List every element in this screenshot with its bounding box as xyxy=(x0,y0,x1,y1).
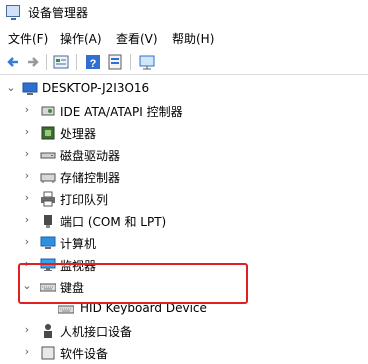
tree-item-label: 打印队列 xyxy=(60,193,109,207)
chevron-down-icon[interactable]: ⌄ xyxy=(6,82,16,94)
device-manager-icon xyxy=(6,5,20,20)
toolbar-separator xyxy=(130,54,131,70)
toolbar: ? xyxy=(0,50,368,75)
chevron-right-icon[interactable]: › xyxy=(22,346,32,358)
chevron-right-icon[interactable]: › xyxy=(22,126,32,138)
menu-action[interactable]: 操作(A) xyxy=(60,30,102,47)
software-device-icon xyxy=(40,345,56,361)
tree-item-label: 计算机 xyxy=(60,237,97,251)
chevron-right-icon[interactable]: › xyxy=(22,324,32,336)
chevron-right-icon[interactable]: › xyxy=(22,214,32,226)
chevron-right-icon[interactable]: › xyxy=(22,148,32,160)
forward-arrow-icon[interactable] xyxy=(24,53,42,71)
back-arrow-icon[interactable] xyxy=(4,53,22,71)
tree-item-ide[interactable]: › IDE ATA/ATAPI 控制器 xyxy=(0,100,368,122)
tree-item-processor[interactable]: › 处理器 xyxy=(0,122,368,144)
toolbar-separator xyxy=(46,54,47,70)
tree-item-label: 存储控制器 xyxy=(60,171,121,185)
toolbar-separator xyxy=(76,54,77,70)
svg-text:?: ? xyxy=(90,58,97,70)
tree-item-storage[interactable]: › 存储控制器 xyxy=(0,166,368,188)
window-title: 设备管理器 xyxy=(28,6,89,20)
menu-help[interactable]: 帮助(H) xyxy=(172,30,214,47)
tree-item-disk[interactable]: › 磁盘驱动器 xyxy=(0,144,368,166)
storage-controller-icon xyxy=(40,169,56,185)
menu-file[interactable]: 文件(F) xyxy=(8,30,48,47)
tree-item-hid[interactable]: › 人机接口设备 xyxy=(0,320,368,342)
scan-hardware-icon[interactable] xyxy=(138,53,156,71)
chevron-right-icon[interactable]: › xyxy=(22,170,32,182)
chevron-right-icon[interactable]: › xyxy=(22,236,32,248)
tree-item-print-queue[interactable]: › 打印队列 xyxy=(0,188,368,210)
processor-icon xyxy=(40,125,56,141)
tree-item-label: 磁盘驱动器 xyxy=(60,149,121,163)
tree-item-label: 软件设备 xyxy=(60,347,109,361)
hid-icon xyxy=(40,323,56,339)
chevron-right-icon[interactable]: › xyxy=(22,104,32,116)
disk-drive-icon xyxy=(40,147,56,163)
chevron-right-icon[interactable]: › xyxy=(22,192,32,204)
properties-icon[interactable] xyxy=(52,53,70,71)
tree-root-label: DESKTOP-J2I3O16 xyxy=(42,81,150,95)
tree-item-label: 端口 (COM 和 LPT) xyxy=(60,215,167,229)
port-icon xyxy=(40,213,56,229)
tree-item-label: 人机接口设备 xyxy=(60,325,133,339)
help-icon[interactable]: ? xyxy=(84,53,102,71)
tree-item-software-device[interactable]: › 软件设备 xyxy=(0,342,368,364)
computer-icon xyxy=(40,235,56,251)
computer-icon xyxy=(22,81,38,97)
tree-item-ports[interactable]: › 端口 (COM 和 LPT) xyxy=(0,210,368,232)
tree-item-label: IDE ATA/ATAPI 控制器 xyxy=(60,105,183,119)
menu-view[interactable]: 查看(V) xyxy=(116,30,158,47)
tree-item-label: 处理器 xyxy=(60,127,97,141)
menu-bar: 文件(F) 操作(A) 查看(V) 帮助(H) xyxy=(0,27,368,49)
highlight-annotation xyxy=(18,263,248,304)
update-driver-icon[interactable] xyxy=(106,53,124,71)
tree-item-computer[interactable]: › 计算机 xyxy=(0,232,368,254)
title-bar: 设备管理器 xyxy=(0,0,368,26)
ide-controller-icon xyxy=(40,103,56,119)
tree-root[interactable]: ⌄ DESKTOP-J2I3O16 xyxy=(0,78,368,100)
printer-icon xyxy=(40,191,56,207)
